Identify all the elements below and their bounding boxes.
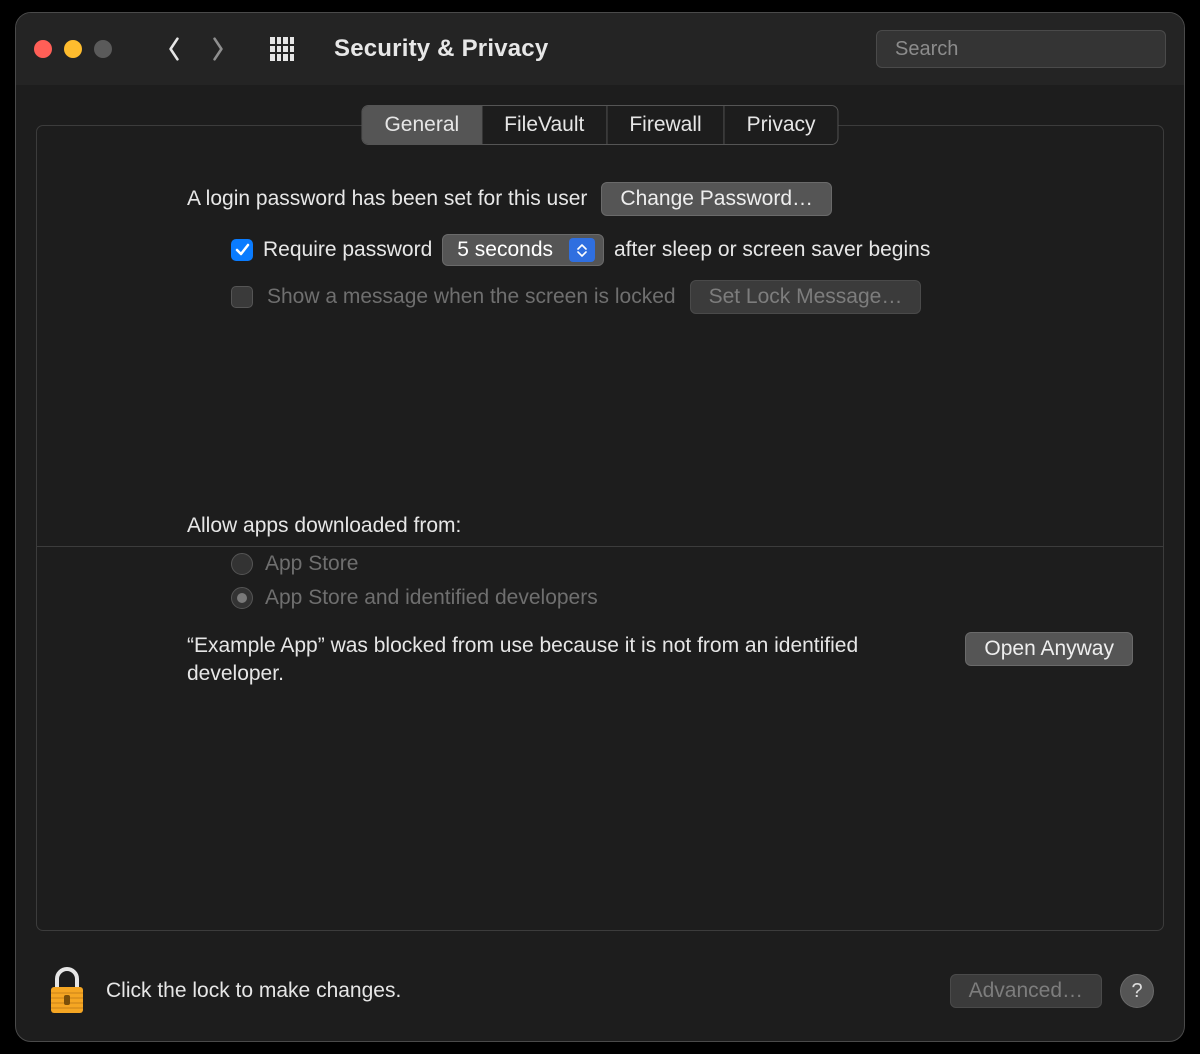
radio-identified — [231, 587, 253, 609]
require-password-row: Require password 5 seconds after sleep o… — [231, 234, 1133, 266]
lock-hint-text: Click the lock to make changes. — [106, 979, 401, 1003]
allow-apps-radio-group: App Store App Store and identified devel… — [231, 552, 1133, 610]
content-area: General FileVault Firewall Privacy A log… — [16, 85, 1184, 1041]
blocked-app-row: “Example App” was blocked from use becau… — [187, 632, 1133, 689]
close-window-button[interactable] — [34, 40, 52, 58]
minimize-window-button[interactable] — [64, 40, 82, 58]
forward-button — [202, 33, 234, 65]
tab-filevault[interactable]: FileVault — [482, 106, 607, 144]
window-controls — [34, 40, 112, 58]
radio-appstore-label: App Store — [265, 552, 358, 576]
back-button[interactable] — [158, 33, 190, 65]
change-password-button[interactable]: Change Password… — [601, 182, 832, 216]
chevron-left-icon — [167, 37, 181, 61]
tab-bar: General FileVault Firewall Privacy — [361, 105, 838, 145]
fullscreen-window-button — [94, 40, 112, 58]
show-all-prefs-button[interactable] — [270, 37, 294, 61]
chevron-right-icon — [211, 37, 225, 61]
lock-icon[interactable] — [46, 965, 88, 1017]
radio-row-appstore: App Store — [231, 552, 1133, 576]
require-password-checkbox[interactable] — [231, 239, 253, 261]
footer: Click the lock to make changes. Advanced… — [16, 941, 1184, 1041]
chevron-up-down-icon — [569, 238, 595, 262]
require-password-delay-popup[interactable]: 5 seconds — [442, 234, 604, 266]
radio-appstore — [231, 553, 253, 575]
require-password-label: Require password — [263, 238, 432, 262]
show-lock-message-checkbox — [231, 286, 253, 308]
login-password-text: A login password has been set for this u… — [187, 187, 587, 211]
open-anyway-button[interactable]: Open Anyway — [965, 632, 1133, 666]
show-lock-message-row: Show a message when the screen is locked… — [231, 280, 1133, 314]
help-button[interactable]: ? — [1120, 974, 1154, 1008]
set-lock-message-button: Set Lock Message… — [690, 280, 922, 314]
require-password-delay-value: 5 seconds — [457, 238, 553, 262]
general-panel: A login password has been set for this u… — [36, 125, 1164, 931]
toolbar: Security & Privacy — [16, 13, 1184, 85]
panel-divider — [37, 546, 1163, 547]
blocked-app-message: “Example App” was blocked from use becau… — [187, 632, 887, 689]
allow-apps-heading: Allow apps downloaded from: — [187, 514, 1133, 538]
nav-arrows — [158, 33, 234, 65]
login-password-row: A login password has been set for this u… — [187, 182, 1133, 216]
after-sleep-text: after sleep or screen saver begins — [614, 238, 930, 262]
window-title: Security & Privacy — [334, 35, 548, 63]
radio-row-identified: App Store and identified developers — [231, 586, 1133, 610]
tab-general[interactable]: General — [362, 106, 482, 144]
search-field[interactable] — [876, 30, 1166, 68]
tab-firewall[interactable]: Firewall — [607, 106, 724, 144]
advanced-button: Advanced… — [950, 974, 1102, 1008]
allow-apps-section: Allow apps downloaded from: App Store Ap… — [187, 514, 1133, 689]
show-lock-message-label: Show a message when the screen is locked — [267, 285, 676, 309]
preferences-window: Security & Privacy General FileVault Fir… — [15, 12, 1185, 1042]
checkmark-icon — [234, 242, 250, 258]
search-input[interactable] — [895, 38, 1160, 61]
radio-identified-label: App Store and identified developers — [265, 586, 598, 610]
tab-privacy[interactable]: Privacy — [725, 106, 838, 144]
